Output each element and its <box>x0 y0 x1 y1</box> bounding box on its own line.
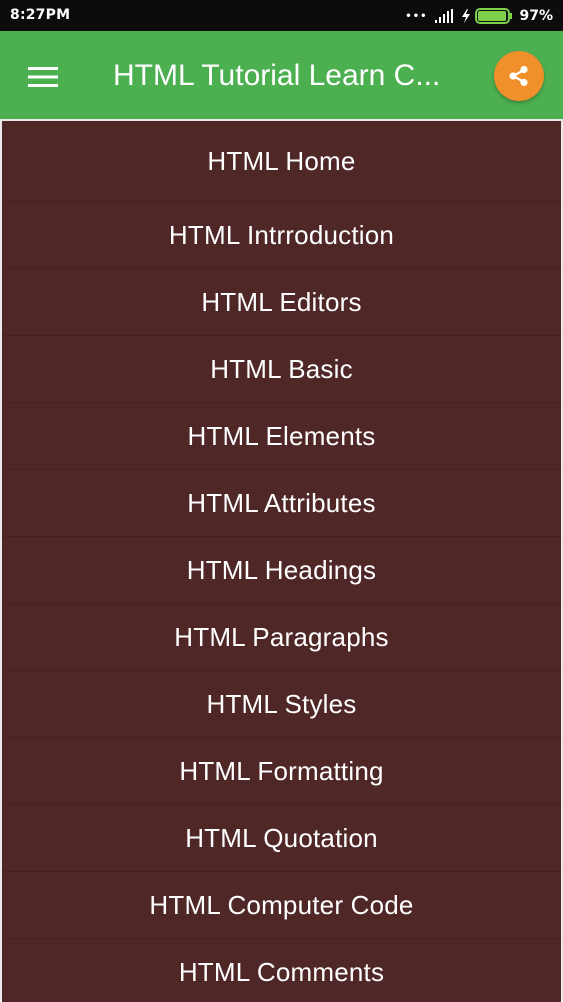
list-item[interactable]: HTML Paragraphs <box>2 604 561 671</box>
status-time: 8:27PM <box>10 7 71 23</box>
list-item[interactable]: HTML Formatting <box>2 738 561 805</box>
share-icon <box>509 65 528 87</box>
list-item[interactable]: HTML Intrroduction <box>2 202 561 269</box>
signal-icon <box>435 9 454 23</box>
list-item[interactable]: HTML Elements <box>2 403 561 470</box>
list-item-label: HTML Quotation <box>185 822 378 853</box>
list-item-label: HTML Computer Code <box>149 889 414 920</box>
status-bar: 8:27PM ••• 97% <box>0 0 563 31</box>
list-item[interactable]: HTML Styles <box>2 671 561 738</box>
list-item-label: HTML Styles <box>206 688 357 719</box>
list-item-label: HTML Attributes <box>187 487 376 518</box>
list-item[interactable]: HTML Attributes <box>2 470 561 537</box>
list-item[interactable]: HTML Computer Code <box>2 872 561 939</box>
list-item[interactable]: HTML Headings <box>2 537 561 604</box>
battery-percent: 97% <box>519 8 553 24</box>
list-item-label: HTML Editors <box>201 286 362 317</box>
topic-list: HTML Home HTML Intrroduction HTML Editors H… <box>2 121 561 1002</box>
list-item[interactable]: HTML Home <box>2 121 561 202</box>
status-indicators: ••• 97% <box>405 6 553 26</box>
notification-dots: ••• <box>405 10 428 22</box>
list-panel: HTML Home HTML Intrroduction HTML Editors H… <box>0 119 563 1002</box>
list-item-label: HTML Home <box>207 145 356 176</box>
share-button[interactable] <box>494 51 544 101</box>
list-item[interactable]: HTML Editors <box>2 269 561 336</box>
list-item-label: HTML Headings <box>186 554 377 585</box>
list-item-label: HTML Comments <box>178 956 385 987</box>
app-bar: HTML Tutorial Learn C... <box>0 31 563 119</box>
charging-bolt-icon <box>462 9 471 23</box>
app-title: HTML Tutorial Learn C... <box>113 59 441 92</box>
list-item-label: HTML Basic <box>210 353 353 384</box>
battery-icon <box>475 8 513 24</box>
list-item-label: HTML Intrroduction <box>168 219 395 250</box>
list-item[interactable]: HTML Quotation <box>2 805 561 872</box>
hamburger-menu-icon <box>28 67 58 87</box>
list-item[interactable]: HTML Comments <box>2 939 561 1002</box>
menu-button[interactable] <box>18 53 68 97</box>
list-item-label: HTML Formatting <box>179 755 384 786</box>
list-item-label: HTML Elements <box>187 420 376 451</box>
list-item[interactable]: HTML Basic <box>2 336 561 403</box>
list-item-label: HTML Paragraphs <box>174 621 389 652</box>
